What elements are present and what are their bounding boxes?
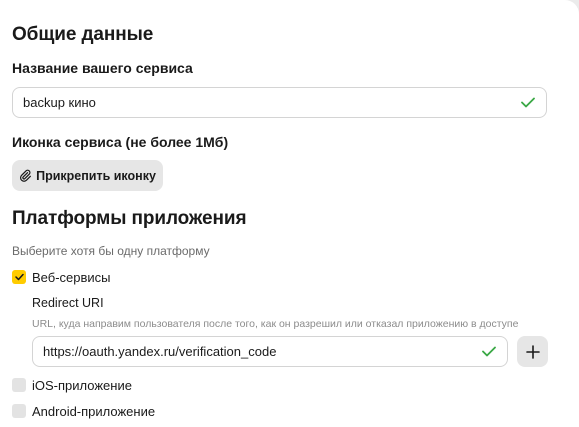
redirect-uri-description: URL, куда направим пользователя после то… — [32, 318, 519, 330]
redirect-uri-input[interactable]: https://oauth.yandex.ru/verification_cod… — [32, 336, 508, 367]
platforms-hint: Выберите хотя бы одну платформу — [12, 244, 210, 258]
service-icon-label: Иконка сервиса (не более 1Мб) — [12, 134, 229, 150]
service-name-value: backup кино — [23, 95, 96, 110]
app-settings-form: Общие данные Название вашего сервиса bac… — [0, 0, 579, 427]
web-services-label: Веб-сервисы — [32, 270, 111, 285]
check-icon — [481, 344, 497, 360]
service-name-label: Название вашего сервиса — [12, 60, 193, 76]
service-name-input[interactable]: backup кино — [12, 87, 547, 118]
general-data-heading: Общие данные — [12, 24, 154, 45]
platforms-heading: Платформы приложения — [12, 208, 247, 229]
add-redirect-uri-button[interactable] — [517, 336, 548, 367]
paperclip-icon — [19, 169, 32, 182]
checkmark-icon — [14, 273, 24, 281]
android-app-label: Android-приложение — [32, 404, 156, 419]
ios-app-checkbox[interactable] — [12, 378, 26, 392]
web-services-checkbox[interactable] — [12, 270, 26, 284]
check-icon — [520, 95, 536, 111]
attach-icon-button[interactable]: Прикрепить иконку — [12, 160, 163, 191]
ios-app-label: iOS-приложение — [32, 378, 132, 393]
attach-icon-button-label: Прикрепить иконку — [36, 168, 156, 183]
redirect-uri-value: https://oauth.yandex.ru/verification_cod… — [43, 344, 277, 359]
plus-icon — [525, 344, 540, 359]
android-app-checkbox[interactable] — [12, 404, 26, 418]
redirect-uri-label: Redirect URI — [32, 296, 104, 310]
